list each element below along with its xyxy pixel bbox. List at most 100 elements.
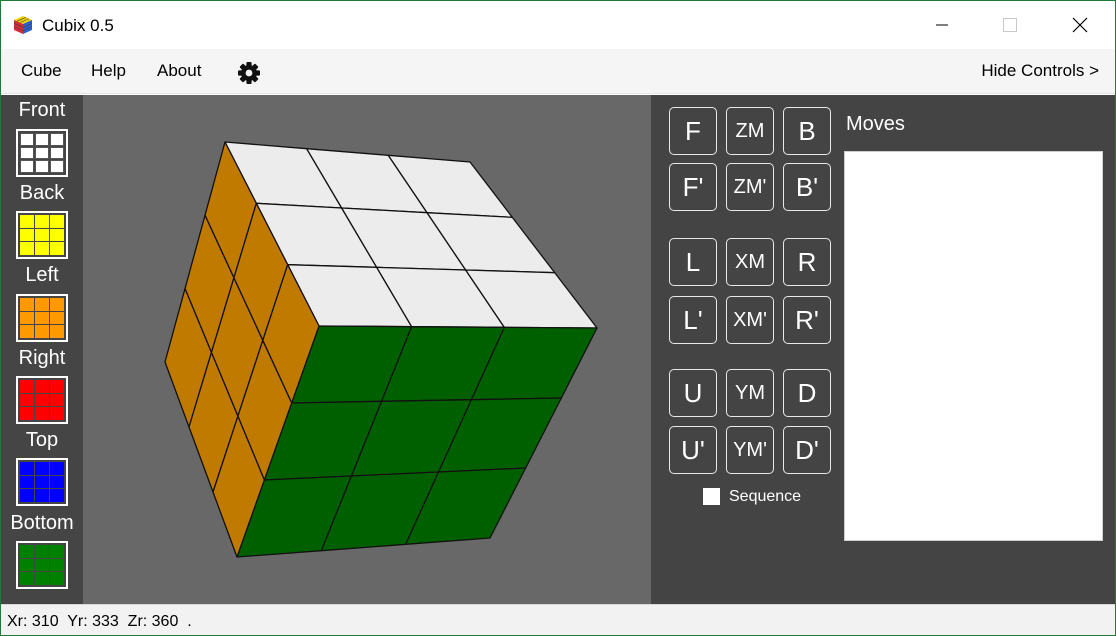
face-swatch-cell	[35, 489, 49, 502]
face-swatch-cell	[20, 558, 34, 572]
face-swatch-cell	[35, 545, 49, 558]
controls-panel: F ZM B F' ZM' B' L XM R L' XM' R' U YM D U' YM' D' Sequen…	[651, 95, 1115, 604]
face-swatch-cell	[20, 462, 34, 475]
face-swatch-cell	[50, 572, 64, 585]
face-swatch-cell	[20, 146, 34, 160]
title-bar: Cubix 0.5	[1, 1, 1115, 49]
face-swatch-cell	[35, 311, 49, 325]
face-swatch-cell	[20, 228, 34, 242]
face-swatch-cell	[50, 298, 64, 311]
face-label-bottom: Bottom	[10, 512, 74, 534]
face-swatch-cell	[20, 311, 34, 325]
face-swatch-cell	[50, 311, 64, 325]
face-swatch-cell	[35, 380, 49, 393]
close-icon	[1072, 17, 1088, 33]
face-swatch-cell	[20, 545, 34, 558]
move-button-zm-prime[interactable]: ZM'	[726, 163, 774, 211]
face-swatch-cell	[20, 489, 34, 502]
window-title: Cubix 0.5	[42, 16, 114, 35]
menu-bar: Cube Help About Hide Controls >	[1, 49, 1115, 94]
face-swatch-cell	[35, 215, 49, 228]
face-swatch-cell	[50, 558, 64, 572]
face-swatch-cell	[50, 489, 64, 502]
move-button-u-prime[interactable]: U'	[669, 426, 717, 474]
move-button-r-prime[interactable]: R'	[783, 296, 831, 344]
face-swatch-cell	[50, 160, 64, 173]
move-button-f-prime[interactable]: F'	[669, 163, 717, 211]
face-swatch-cell	[20, 393, 34, 407]
move-button-l-prime[interactable]: L'	[669, 296, 717, 344]
face-swatch-cell	[20, 298, 34, 311]
face-colors-panel: Front Back Left Right Top Bottom	[1, 95, 83, 604]
face-swatch-cell	[20, 160, 34, 173]
hide-controls-button[interactable]: Hide Controls >	[981, 61, 1099, 81]
face-swatch-cell	[50, 133, 64, 146]
face-swatch-cell	[50, 393, 64, 407]
move-button-l[interactable]: L	[669, 238, 717, 286]
minimize-icon	[936, 24, 948, 26]
face-swatch-back[interactable]	[16, 211, 68, 259]
maximize-button[interactable]	[987, 1, 1033, 49]
face-swatch-cell	[50, 380, 64, 393]
move-button-xm-prime[interactable]: XM'	[726, 296, 774, 344]
minimize-button[interactable]	[919, 1, 965, 49]
menu-about[interactable]: About	[157, 61, 201, 81]
face-swatch-cell	[35, 133, 49, 146]
face-label-back: Back	[19, 182, 65, 204]
gear-icon[interactable]	[237, 61, 261, 85]
face-swatch-cell	[20, 475, 34, 489]
face-swatch-bottom[interactable]	[16, 541, 68, 589]
sequence-label: Sequence	[729, 488, 802, 505]
move-button-ym-prime[interactable]: YM'	[726, 426, 774, 474]
face-swatch-cell	[35, 572, 49, 585]
moves-list[interactable]	[844, 151, 1103, 541]
face-swatch-cell	[50, 146, 64, 160]
rotation-status: Xr: 310 Yr: 333 Zr: 360 .	[7, 613, 192, 630]
move-button-d[interactable]: D	[783, 369, 831, 417]
face-swatch-cell	[35, 558, 49, 572]
move-button-b[interactable]: B	[783, 107, 831, 155]
status-bar: Xr: 310 Yr: 333 Zr: 360 .	[1, 604, 1115, 635]
close-button[interactable]	[1057, 1, 1103, 49]
move-button-zm[interactable]: ZM	[726, 107, 774, 155]
face-swatch-cell	[20, 380, 34, 393]
face-swatch-cell	[50, 215, 64, 228]
face-swatch-cell	[20, 407, 34, 420]
face-swatch-cell	[50, 325, 64, 338]
face-label-front: Front	[18, 99, 66, 121]
face-swatch-cell	[35, 393, 49, 407]
move-button-b-prime[interactable]: B'	[783, 163, 831, 211]
menu-help[interactable]: Help	[91, 61, 126, 81]
move-button-d-prime[interactable]: D'	[783, 426, 831, 474]
face-swatch-cell	[35, 407, 49, 420]
face-label-right: Right	[18, 347, 66, 369]
face-swatch-cell	[35, 242, 49, 255]
move-button-r[interactable]: R	[783, 238, 831, 286]
face-swatch-cell	[50, 545, 64, 558]
face-swatch-left[interactable]	[16, 294, 68, 342]
face-swatch-right[interactable]	[16, 376, 68, 424]
face-swatch-cell	[50, 228, 64, 242]
face-swatch-cell	[35, 160, 49, 173]
sequence-checkbox[interactable]	[703, 488, 720, 505]
face-swatch-top[interactable]	[16, 458, 68, 506]
face-label-top: Top	[25, 429, 59, 451]
cube-app-icon	[13, 16, 33, 34]
face-swatch-cell	[20, 325, 34, 338]
face-swatch-cell	[50, 242, 64, 255]
move-button-u[interactable]: U	[669, 369, 717, 417]
face-swatch-cell	[35, 146, 49, 160]
cube-3d-render[interactable]	[83, 95, 651, 604]
maximize-icon	[1003, 18, 1017, 32]
menu-cube[interactable]: Cube	[21, 61, 62, 81]
face-swatch-cell	[35, 462, 49, 475]
cube-viewport[interactable]	[83, 95, 651, 604]
face-swatch-cell	[20, 215, 34, 228]
face-swatch-cell	[50, 407, 64, 420]
move-button-xm[interactable]: XM	[726, 238, 774, 286]
face-swatch-cell	[20, 133, 34, 146]
moves-label: Moves	[846, 113, 905, 135]
face-swatch-front[interactable]	[16, 129, 68, 177]
move-button-ym[interactable]: YM	[726, 369, 774, 417]
move-button-f[interactable]: F	[669, 107, 717, 155]
